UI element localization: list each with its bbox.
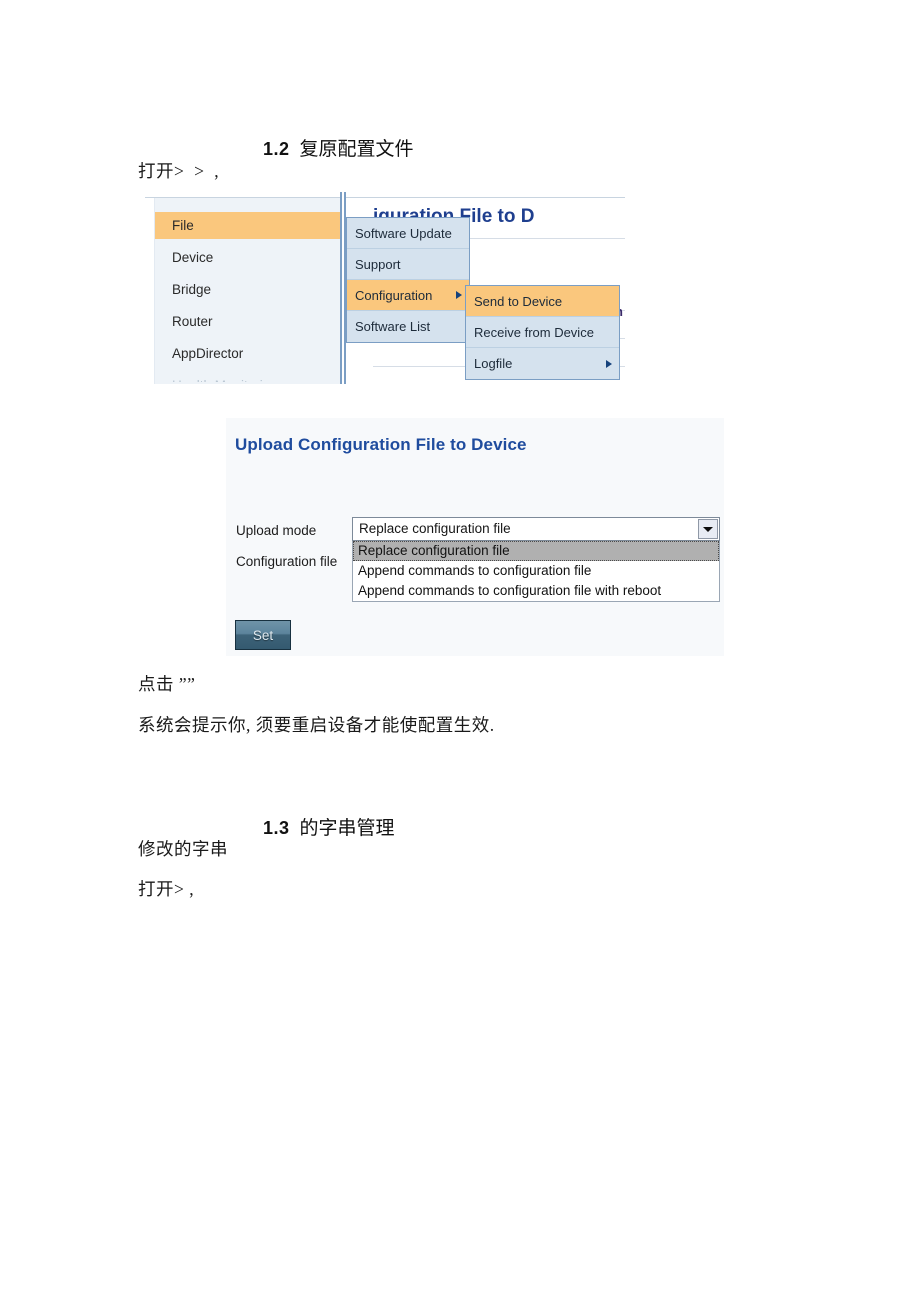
sidebar-item-device[interactable]: Device [155, 244, 341, 271]
section-1-3-line-1: 修改的字串 [138, 839, 228, 859]
file-dropdown-menu: Software Update Support Configuration So… [346, 217, 470, 343]
option-append-commands[interactable]: Append commands to configuration file [353, 561, 719, 581]
sidebar-item-label: AppDirector [172, 346, 244, 361]
sidebar-item-bridge[interactable]: Bridge [155, 276, 341, 303]
sidebar-item-label: Bridge [172, 282, 212, 297]
menu-item-software-update[interactable]: Software Update [347, 218, 469, 249]
section-1-3-line-2: 打开> , [138, 879, 195, 899]
section-1-3-heading: 1.3 的字串管理 [244, 791, 395, 862]
menu-item-label: Software Update [355, 226, 452, 241]
sidebar-item-label: Health Monitoring [172, 378, 278, 382]
configuration-file-label: Configuration file [236, 554, 338, 569]
chevron-right-icon [606, 359, 612, 368]
menu-item-label: Logfile [474, 356, 513, 371]
upload-mode-select[interactable]: Replace configuration file [352, 517, 720, 541]
chevron-down-icon[interactable] [698, 519, 718, 539]
post-dialog-line-2: 系统会提示你, 须要重启设备才能使配置生效. [138, 715, 495, 735]
menu-item-logfile[interactable]: Logfile [466, 348, 619, 379]
sidebar-item-label: File [172, 218, 194, 233]
dialog-title: Upload Configuration File to Device [235, 435, 527, 454]
upload-configuration-dialog: Upload Configuration File to Device Uplo… [226, 418, 724, 656]
section-1-2-intro-line: 打开> > , [138, 161, 220, 181]
configuration-submenu: Send to Device Receive from Device Logfi… [465, 285, 620, 380]
menu-screenshot: iguration File to D n File Device Bridge… [145, 192, 625, 384]
menu-item-label: Receive from Device [474, 325, 594, 340]
chevron-down-glyph [703, 526, 713, 532]
chevron-right-icon [456, 291, 462, 299]
app-sidebar: File Device Bridge Router AppDirector He… [154, 198, 341, 384]
menu-item-label: Send to Device [474, 294, 563, 309]
section-1-2-number: 1.2 [263, 139, 290, 159]
menu-item-send-to-device[interactable]: Send to Device [466, 286, 619, 317]
menu-item-label: Software List [355, 319, 431, 334]
menu-item-software-list[interactable]: Software List [347, 311, 469, 342]
upload-mode-label: Upload mode [236, 523, 317, 538]
sidebar-item-label: Router [172, 314, 213, 329]
section-1-2-title: 复原配置文件 [299, 139, 414, 160]
document-page: 1.2 复原配置文件 打开> > , iguration File to D n … [0, 0, 920, 1302]
section-1-3-number: 1.3 [263, 818, 290, 838]
option-replace-configuration-file[interactable]: Replace configuration file [353, 541, 719, 561]
upload-mode-selected-value: Replace configuration file [359, 521, 511, 536]
section-1-3-title: 的字串管理 [299, 818, 395, 839]
menu-item-receive-from-device[interactable]: Receive from Device [466, 317, 619, 348]
option-append-commands-with-reboot[interactable]: Append commands to configuration file wi… [353, 581, 719, 601]
sidebar-item-appdirector[interactable]: AppDirector [155, 340, 341, 367]
menu-item-support[interactable]: Support [347, 249, 469, 280]
section-1-2-heading: 1.2 复原配置文件 [244, 112, 414, 183]
post-dialog-line-1: 点击 ”” [138, 674, 196, 694]
set-button[interactable]: Set [235, 620, 291, 650]
sidebar-divider-inner [342, 192, 344, 384]
sidebar-item-router[interactable]: Router [155, 308, 341, 335]
menu-item-label: Support [355, 257, 401, 272]
upload-mode-option-list: Replace configuration file Append comman… [352, 541, 720, 602]
menu-item-label: Configuration [355, 288, 433, 303]
sidebar-item-health-monitoring[interactable]: Health Monitoring [155, 372, 341, 382]
sidebar-item-file[interactable]: File [155, 212, 341, 239]
menu-item-configuration[interactable]: Configuration [347, 280, 469, 311]
sidebar-item-label: Device [172, 250, 214, 265]
